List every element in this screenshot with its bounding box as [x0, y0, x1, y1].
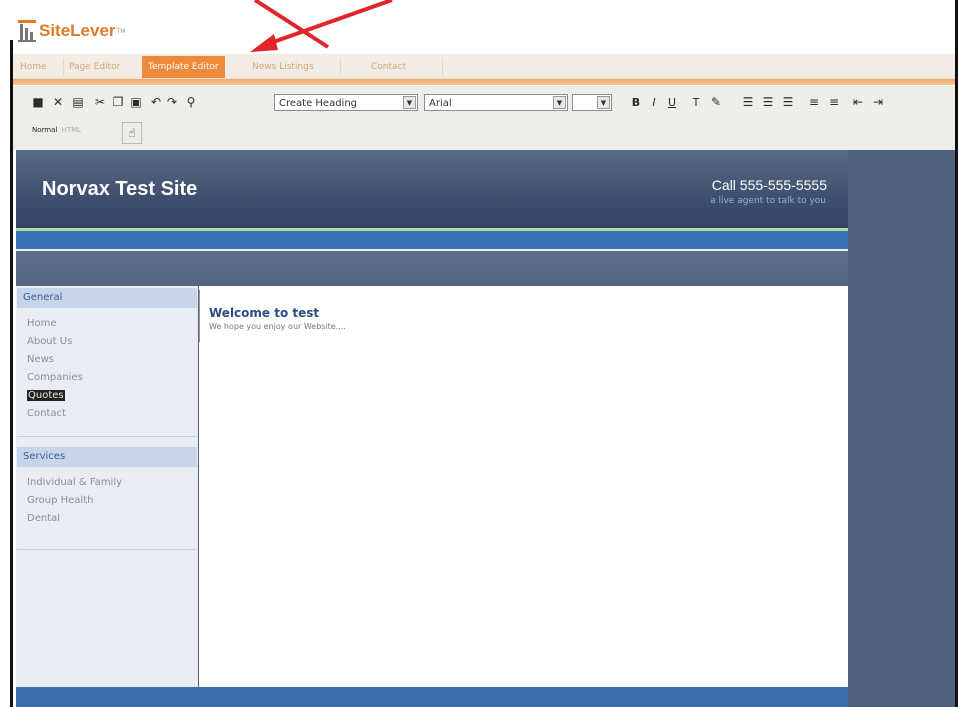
site-footer-band: [16, 687, 848, 707]
screenshot-border-left: [10, 40, 13, 707]
size-select[interactable]: ▼: [572, 94, 612, 111]
hand-pointer-icon[interactable]: ☝: [122, 122, 142, 144]
sidebar-link-individual-family[interactable]: Individual & Family: [27, 477, 122, 488]
redo-icon[interactable]: ↷: [164, 94, 180, 110]
format-select[interactable]: Create Heading ▼: [274, 94, 418, 111]
cut-icon[interactable]: ✂: [92, 94, 108, 110]
font-select-value: Arial: [429, 98, 452, 109]
font-select[interactable]: Arial ▼: [424, 94, 568, 111]
indent-icon[interactable]: ⇥: [870, 94, 886, 110]
undo-icon[interactable]: ↶: [148, 94, 164, 110]
tab-separator: [340, 58, 341, 76]
italic-icon[interactable]: I: [646, 94, 662, 110]
text-color-icon[interactable]: T: [688, 94, 704, 110]
format-select-value: Create Heading: [279, 98, 358, 109]
find-icon[interactable]: ⚲: [183, 94, 199, 110]
annotation-arrow-icon: [250, 0, 393, 52]
highlight-icon[interactable]: ✎: [708, 94, 724, 110]
sidebar-link-dental[interactable]: Dental: [27, 513, 60, 524]
align-right-icon[interactable]: ☰: [780, 94, 796, 110]
tab-home[interactable]: Home: [20, 58, 47, 76]
tab-separator: [63, 58, 64, 76]
close-icon[interactable]: ✕: [50, 94, 66, 110]
logo-text: SiteLever: [39, 21, 116, 41]
header-blue-band: [16, 231, 848, 249]
sidebar-divider: [17, 436, 197, 437]
underline-icon[interactable]: U: [664, 94, 680, 110]
paste-icon[interactable]: ▣: [128, 94, 144, 110]
copy-icon[interactable]: ❐: [110, 94, 126, 110]
tab-contact[interactable]: Contact: [371, 58, 406, 76]
tab-separator: [442, 58, 443, 76]
tab-template-editor[interactable]: Template Editor: [142, 56, 225, 78]
sidebar-link-about-us[interactable]: About Us: [27, 336, 72, 347]
tab-news-listings[interactable]: News Listings: [252, 58, 314, 76]
sidebar-heading-services: Services: [17, 447, 197, 467]
logo-bars-icon: [18, 20, 36, 42]
chevron-down-icon[interactable]: ▼: [597, 96, 610, 109]
sidebar-divider: [17, 549, 197, 550]
sidebar-link-companies[interactable]: Companies: [27, 372, 83, 383]
site-phone: Call 555-555-5555: [711, 177, 827, 193]
tab-page-editor[interactable]: Page Editor: [69, 58, 120, 76]
view-html-label[interactable]: HTML: [62, 126, 81, 134]
sidebar-link-contact[interactable]: Contact: [27, 408, 66, 419]
sitelever-logo: SiteLever TM: [18, 17, 125, 45]
site-tagline: a live agent to talk to you: [710, 196, 826, 206]
sidebar-link-quotes[interactable]: Quotes: [27, 390, 65, 401]
ordered-list-icon[interactable]: ≡: [806, 94, 822, 110]
sidebar-link-home[interactable]: Home: [27, 318, 57, 329]
view-normal-label[interactable]: Normal: [32, 126, 57, 134]
unordered-list-icon[interactable]: ≡: [826, 94, 842, 110]
outdent-icon[interactable]: ⇤: [850, 94, 866, 110]
logo-wordmark: SiteLever: [39, 21, 116, 40]
site-title: Norvax Test Site: [42, 178, 198, 200]
sidebar-heading-general: General: [17, 288, 197, 308]
content-left-rule: [199, 290, 200, 342]
view-mode-toggle[interactable]: Normal HTML: [28, 122, 114, 138]
chevron-down-icon[interactable]: ▼: [553, 96, 566, 109]
save-icon[interactable]: ■: [30, 94, 46, 110]
site-navbar: [16, 251, 848, 286]
welcome-title: Welcome to test: [209, 306, 320, 320]
template-icon[interactable]: ▤: [70, 94, 86, 110]
tab-underline: [10, 79, 958, 85]
sidebar-link-news[interactable]: News: [27, 354, 54, 365]
chevron-down-icon[interactable]: ▼: [403, 96, 416, 109]
bold-icon[interactable]: B: [628, 94, 644, 110]
welcome-text: We hope you enjoy our Website....: [209, 322, 346, 331]
sidebar-link-group-health[interactable]: Group Health: [27, 495, 93, 506]
logo-tm: TM: [116, 27, 126, 35]
align-center-icon[interactable]: ☰: [760, 94, 776, 110]
frame-margin: [0, 0, 10, 707]
site-main-content[interactable]: [199, 286, 848, 687]
align-left-icon[interactable]: ☰: [740, 94, 756, 110]
